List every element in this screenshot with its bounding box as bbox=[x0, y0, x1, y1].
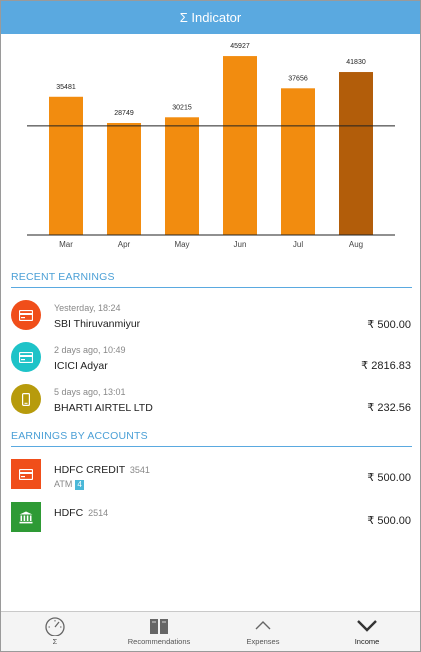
recent-earning-row-2[interactable]: 2 days ago, 10:49 ICICI Adyar ₹ 2816.83 bbox=[11, 340, 411, 380]
chart-value-label: 28749 bbox=[114, 110, 134, 117]
earning-time: Yesterday, 18:24 bbox=[54, 303, 121, 313]
card-icon bbox=[11, 459, 41, 489]
page-title: Σ Indicator bbox=[179, 10, 242, 25]
account-type: ATM bbox=[54, 479, 73, 489]
chart-bar-aug bbox=[339, 72, 373, 235]
nav-label: Σ bbox=[52, 637, 58, 646]
account-number: 3541 bbox=[129, 465, 150, 475]
nav-tab-indicator[interactable]: Σ bbox=[3, 612, 107, 651]
bottom-nav: Σ Recommendations Expenses Income bbox=[1, 611, 420, 651]
chevron-up-icon bbox=[255, 621, 271, 630]
chart-category-label: Jul bbox=[293, 240, 303, 249]
chart-category-label: May bbox=[174, 240, 189, 249]
chart-category-label: Mar bbox=[59, 240, 73, 249]
chevron-down-icon bbox=[357, 620, 377, 632]
account-name-text: HDFC bbox=[54, 507, 84, 519]
earnings-by-accounts-title: EARNINGS BY ACCOUNTS bbox=[11, 430, 148, 442]
chart-bar-jul bbox=[281, 88, 315, 236]
account-amount: ₹ 500.00 bbox=[367, 515, 411, 527]
app-frame: Σ Indicator 35481 Mar 28749 Apr 30215 May 4592… bbox=[0, 0, 421, 652]
chart-value-label: 35481 bbox=[56, 84, 76, 91]
card-icon bbox=[11, 342, 41, 372]
earning-source: SBI Thiruvanmiyur bbox=[54, 318, 141, 330]
nav-label: Recommendations bbox=[127, 637, 191, 646]
chart-category-label: Jun bbox=[234, 240, 247, 249]
recent-earning-row-1[interactable]: Yesterday, 18:24 SBI Thiruvanmiyur ₹ 500… bbox=[11, 298, 411, 338]
count-badge: 4 bbox=[75, 480, 84, 490]
card-icon bbox=[11, 300, 41, 330]
gauge-icon bbox=[45, 617, 65, 636]
book-icon bbox=[150, 619, 168, 634]
earning-amount: ₹ 2816.83 bbox=[361, 360, 411, 372]
bank-icon bbox=[11, 502, 41, 532]
chart-value-label: 37656 bbox=[288, 75, 308, 82]
chart-bar-mar bbox=[49, 96, 83, 235]
earning-time: 5 days ago, 13:01 bbox=[54, 387, 126, 397]
chart-category-label: Apr bbox=[118, 240, 131, 249]
account-row-1[interactable]: HDFC CREDIT 3541 ATM 4 ₹ 500.00 bbox=[11, 457, 411, 497]
nav-tab-expenses[interactable]: Expenses bbox=[211, 612, 315, 651]
nav-label: Income bbox=[354, 637, 380, 646]
account-name: HDFC 2514 bbox=[54, 507, 108, 519]
phone-icon bbox=[11, 384, 41, 414]
account-name-text: HDFC CREDIT bbox=[54, 464, 125, 476]
chart-svg: 35481 Mar 28749 Apr 30215 May 45927 Jun 37656 Jul… bbox=[27, 43, 395, 249]
nav-tab-recommendations[interactable]: Recommendations bbox=[107, 612, 211, 651]
chart-value-label: 41830 bbox=[346, 59, 366, 66]
chart-value-label: 30215 bbox=[172, 104, 192, 111]
chart-category-label: Aug bbox=[349, 240, 363, 249]
app-header: Σ Indicator bbox=[1, 1, 420, 34]
earning-amount: ₹ 500.00 bbox=[367, 319, 411, 331]
recent-earning-row-3[interactable]: 5 days ago, 13:01 BHARTI AIRTEL LTD ₹ 23… bbox=[11, 382, 411, 422]
account-name: HDFC CREDIT 3541 bbox=[54, 464, 150, 476]
account-number: 2514 bbox=[88, 508, 109, 518]
earning-source: BHARTI AIRTEL LTD bbox=[54, 402, 153, 414]
recent-earnings-divider bbox=[11, 287, 412, 288]
nav-tab-income[interactable]: Income bbox=[315, 612, 419, 651]
chart-bar-apr bbox=[107, 122, 141, 235]
earning-amount: ₹ 232.56 bbox=[367, 402, 411, 414]
chart-value-label: 45927 bbox=[230, 43, 250, 50]
nav-label: Expenses bbox=[246, 637, 280, 646]
earnings-by-accounts-divider bbox=[11, 446, 412, 447]
earning-source: ICICI Adyar bbox=[54, 360, 108, 372]
recent-earnings-title: RECENT EARNINGS bbox=[11, 271, 115, 283]
chart-bar-jun bbox=[223, 56, 257, 235]
account-amount: ₹ 500.00 bbox=[367, 472, 411, 484]
chart-bar-may bbox=[165, 117, 199, 235]
earning-time: 2 days ago, 10:49 bbox=[54, 345, 126, 355]
account-row-2[interactable]: HDFC 2514 ₹ 500.00 bbox=[11, 500, 411, 540]
account-sub: ATM 4 bbox=[54, 479, 84, 490]
income-bar-chart: 35481 Mar 28749 Apr 30215 May 45927 Jun 37656 Jul… bbox=[1, 34, 420, 264]
